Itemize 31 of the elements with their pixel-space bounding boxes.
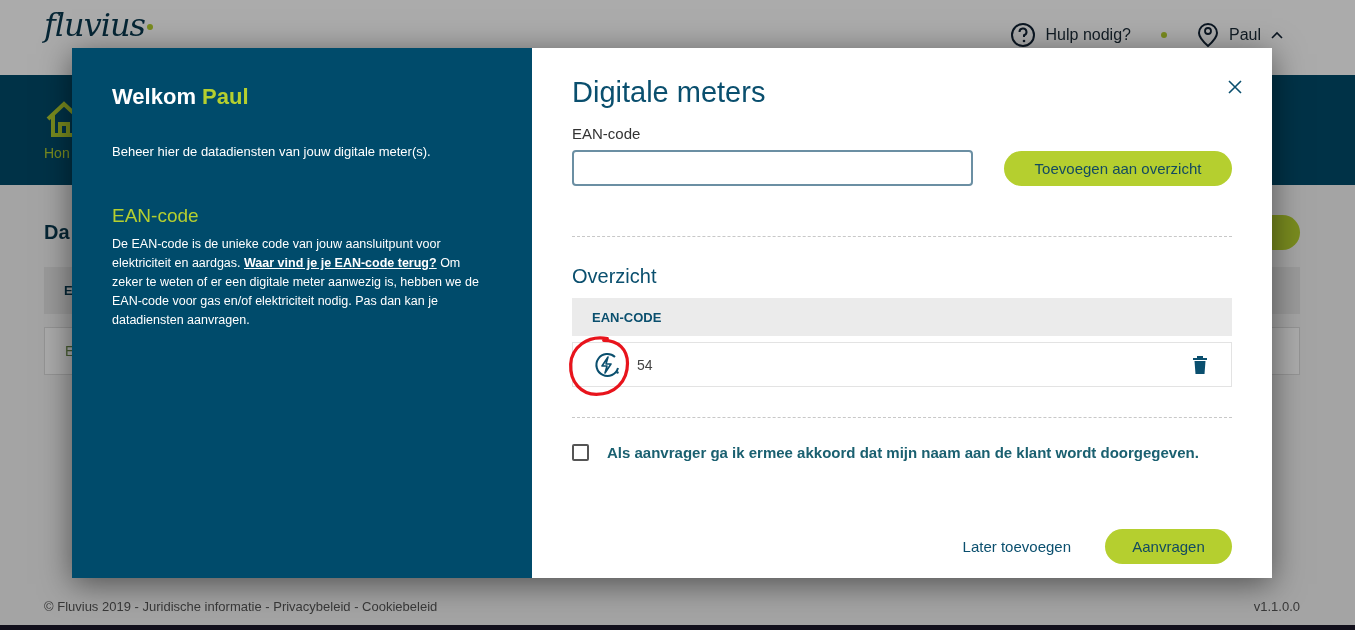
separator-dot-icon <box>1160 32 1167 38</box>
table-cell-text: 54 <box>637 356 654 373</box>
lightning-icon <box>593 350 621 379</box>
description-text: De EAN-code is de unieke code van jouw aansluitpunt voor elektriciteit en aardgas. Waar vind je je EAN-code terug? Om zeker te weten of er een digitale meter aanwezig is, hebben we de EAN-code voor gas en/of elektriciteit nodig. Pas dan kan je datadiensten aanvragen. <box>112 236 480 329</box>
intro-text: Beheer hier de datadiensten van jouw digitale meter(s). <box>112 144 432 159</box>
help-link[interactable]: Waar vind je je EAN-code terug? <box>244 256 437 270</box>
help-icon[interactable] <box>1009 22 1036 48</box>
page-title: Da <box>44 220 70 245</box>
ean-input-field[interactable] <box>572 150 973 186</box>
caret-icon[interactable] <box>1271 31 1283 39</box>
submit-button[interactable]: Aanvragen <box>1105 529 1232 564</box>
section-heading: EAN-code <box>112 205 200 227</box>
column-header: E <box>64 283 73 298</box>
footer-links[interactable]: © Fluvius 2019 - Juridische informatie - Privacybeleid - Cookiebeleid <box>44 599 438 614</box>
overview-heading: Overzicht <box>572 265 658 288</box>
close-icon[interactable] <box>1228 80 1242 94</box>
delete-icon[interactable] <box>1193 355 1207 374</box>
welcome-heading: Welkom Paul <box>112 84 250 110</box>
consent-checkbox[interactable] <box>572 444 589 461</box>
field-label: EAN-code <box>572 125 642 142</box>
logo[interactable]: fluvius <box>44 8 146 42</box>
consent-label[interactable]: Als aanvrager ga ik ermee akkoord dat mijn naam aan de klant wordt doorgegeven. <box>607 444 1199 461</box>
help-link[interactable]: Hulp nodig? <box>1045 26 1131 44</box>
version-label: v1.1.0.0 <box>1253 599 1300 614</box>
user-icon[interactable] <box>1196 22 1219 48</box>
later-link[interactable]: Later toevoegen <box>962 538 1071 555</box>
logo-dot-icon <box>147 24 154 30</box>
dialog-title: Digitale meters <box>572 76 766 109</box>
column-header: EAN-CODE <box>592 309 662 325</box>
user-menu[interactable]: Paul <box>1228 26 1261 44</box>
add-button[interactable]: Toevoegen aan overzicht <box>1004 150 1232 186</box>
